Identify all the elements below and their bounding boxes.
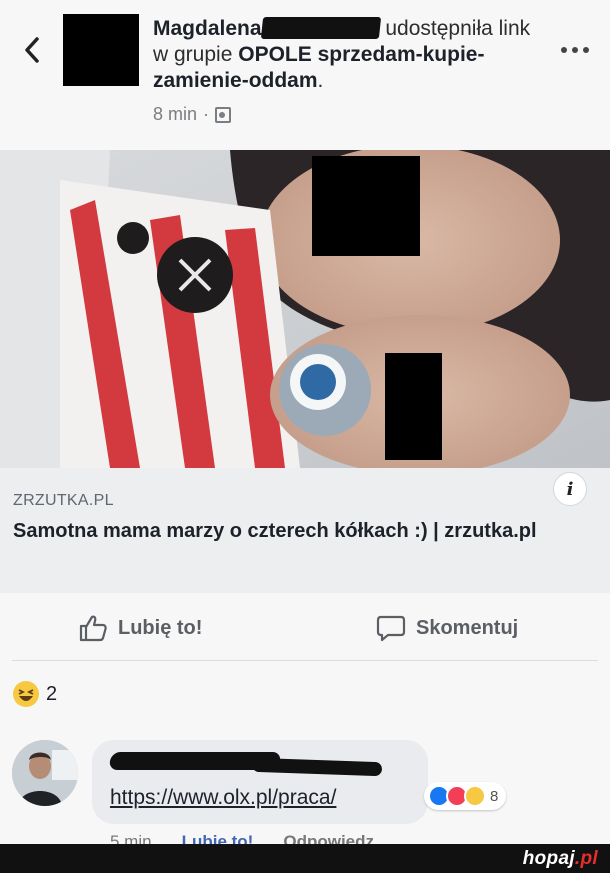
chevron-left-icon: [25, 37, 39, 63]
post-header: Magdalena udostępniła link w grupie OPOL…: [0, 0, 610, 148]
comment-like-button[interactable]: Lubię to!: [182, 832, 254, 844]
comment-reactions[interactable]: 8: [424, 782, 507, 810]
comment-link[interactable]: https://www.olx.pl/praca/: [110, 786, 336, 810]
commenter-name-redaction-extra: [251, 757, 383, 777]
comment-bubble: https://www.olx.pl/praca/: [92, 740, 428, 824]
post-header-text: Magdalena udostępniła link w grupie OPOL…: [153, 16, 543, 94]
period: .: [317, 69, 324, 92]
commenter-avatar[interactable]: [12, 740, 78, 806]
watermark-brand: hopaj: [522, 848, 575, 869]
group-icon: [215, 106, 232, 123]
post-time[interactable]: 8 min: [153, 104, 197, 125]
reactions-count: 2: [46, 682, 58, 705]
link-domain: ZRZUTKA.PL: [13, 492, 114, 509]
commenter-photo: [12, 740, 78, 806]
post-reactions-summary[interactable]: 2: [12, 680, 57, 708]
haha-reaction-icon: [464, 785, 486, 807]
watermark-logo: hopaj.pl: [523, 848, 598, 870]
post-meta: 8 min ·: [153, 104, 232, 125]
comment-reaction-count: 8: [490, 787, 499, 805]
link-preview-image[interactable]: [0, 150, 610, 468]
comment-reply-button[interactable]: Odpowiedz: [283, 832, 374, 844]
author-avatar-redacted[interactable]: [63, 14, 139, 86]
info-button[interactable]: i: [553, 472, 587, 506]
author-surname-redaction: [260, 17, 381, 39]
comment-time: 5 min: [110, 832, 152, 844]
like-label: Lubię to!: [118, 616, 203, 639]
watermark-tld: .pl: [574, 848, 598, 869]
post-actions-bar: Lubię to! Skomentuj: [0, 594, 610, 660]
more-dots-icon: [561, 47, 589, 53]
actions-divider: [12, 660, 598, 661]
thumbs-up-icon: [79, 615, 107, 642]
more-options-button[interactable]: [560, 36, 590, 56]
meta-separator: ·: [203, 104, 210, 124]
comment-label: Skomentuj: [416, 616, 519, 639]
comment-bubble-icon: [376, 615, 406, 642]
watermark-bar: hopaj.pl: [0, 844, 610, 873]
like-button[interactable]: Lubię to!: [78, 614, 202, 642]
author-name[interactable]: Magdalena: [153, 17, 262, 40]
comment-meta: 5 min Lubię to! Odpowiedz: [110, 832, 374, 844]
facebook-post-screen: Magdalena udostępniła link w grupie OPOL…: [0, 0, 610, 873]
back-button[interactable]: [14, 30, 50, 70]
haha-emoji-icon: [13, 681, 39, 707]
comment-button[interactable]: Skomentuj: [376, 614, 518, 642]
info-icon: i: [566, 478, 574, 500]
link-title[interactable]: Samotna mama marzy o czterech kółkach :)…: [13, 518, 553, 544]
photo-illustration: [0, 150, 610, 468]
link-preview-card[interactable]: ZRZUTKA.PL Samotna mama marzy o czterech…: [0, 468, 610, 593]
